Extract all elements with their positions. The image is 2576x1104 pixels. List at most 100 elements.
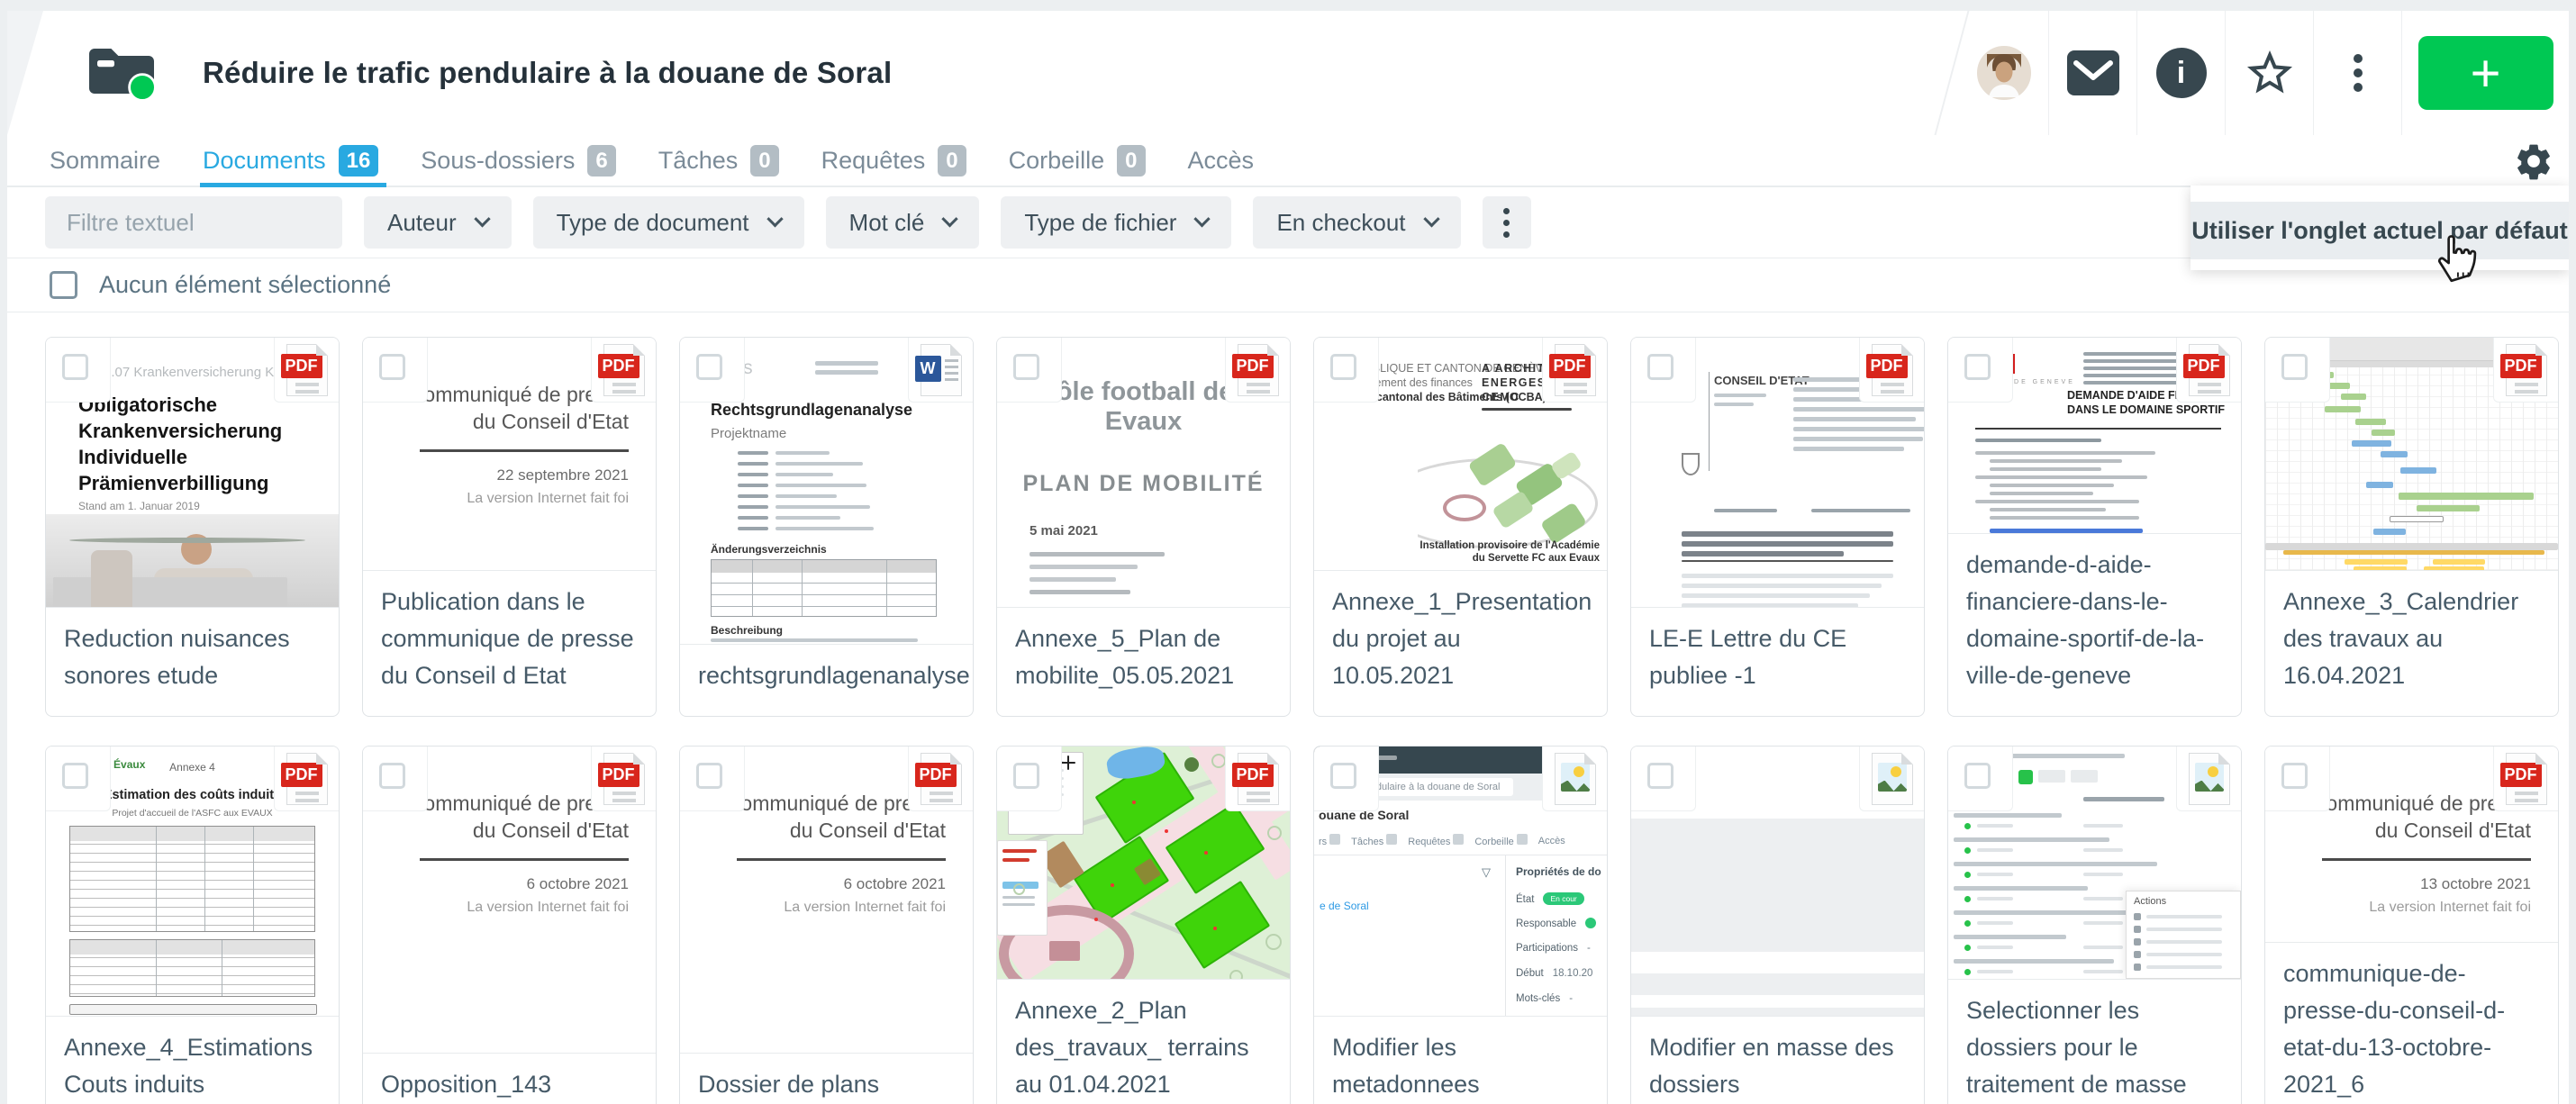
tab-1[interactable]: Documents 16 bbox=[203, 135, 378, 186]
pdf-icon: PDF bbox=[1225, 338, 1290, 403]
filter-dropdown-label: Mot clé bbox=[849, 209, 925, 237]
more-options-icon[interactable] bbox=[2313, 11, 2401, 135]
document-card[interactable]: Modifier en masse des dossiers bbox=[1630, 746, 1925, 1104]
card-label: Annexe_3_Calendrier des travaux au 16.04… bbox=[2265, 571, 2558, 716]
filter-dropdown-label: Type de fichier bbox=[1024, 209, 1176, 237]
document-card[interactable]: CONSEIL D'ETAT PDF LE-E Lettre du CE pub… bbox=[1630, 337, 1925, 717]
menu-item-default-tab[interactable]: Utiliser l'onglet actuel par défaut bbox=[2191, 202, 2569, 259]
pdf-icon: PDF bbox=[591, 747, 656, 811]
document-thumbnail: le trafic pendulaire à la douane de Sora… bbox=[1314, 747, 1607, 1017]
card-checkbox[interactable] bbox=[363, 338, 428, 403]
document-card[interactable]: Pôle football des Evaux PLAN DE MOBILITÉ… bbox=[996, 337, 1291, 717]
card-checkbox[interactable] bbox=[997, 338, 1062, 403]
document-card[interactable]: VILLE DE GENEVE DEMANDE D'AIDE FINANCIER… bbox=[1947, 337, 2242, 717]
chevron-down-icon bbox=[1194, 211, 1211, 227]
card-label: Modifier les metadonnees bbox=[1314, 1017, 1607, 1104]
filter-dropdown-label: Type de document bbox=[557, 209, 749, 237]
document-thumbnail: Actions bbox=[1948, 747, 2241, 980]
favorite-star-icon[interactable] bbox=[2225, 11, 2313, 135]
tab-3[interactable]: Tâches 0 bbox=[658, 135, 779, 186]
card-label: Annexe_1_Presentation du projet au 10.05… bbox=[1314, 571, 1607, 716]
card-label: Dossier de plans bbox=[680, 1054, 973, 1104]
filter-dropdown-2[interactable]: Mot clé bbox=[826, 196, 980, 249]
tab-label: Sommaire bbox=[50, 147, 160, 175]
chevron-down-icon bbox=[766, 211, 783, 227]
document-card[interactable]: Communiqué de pressedu Conseil d'Etat 6 … bbox=[679, 746, 974, 1104]
header-slant-decoration bbox=[7, 11, 43, 135]
document-card[interactable]: le trafic pendulaire à la douane de Sora… bbox=[1313, 746, 1608, 1104]
mail-icon[interactable] bbox=[2048, 11, 2136, 135]
card-checkbox[interactable] bbox=[997, 747, 1062, 811]
card-checkbox[interactable] bbox=[46, 338, 111, 403]
user-avatar[interactable] bbox=[1960, 11, 2048, 135]
card-checkbox[interactable] bbox=[1314, 338, 1379, 403]
chevron-down-icon bbox=[942, 211, 958, 227]
chevron-down-icon bbox=[474, 211, 490, 227]
card-checkbox[interactable] bbox=[46, 747, 111, 811]
selection-status-label: Aucun élément sélectionné bbox=[99, 271, 391, 299]
pdf-icon: PDF bbox=[908, 747, 973, 811]
folder-icon bbox=[86, 41, 159, 105]
filter-bar: Auteur Type de document Mot clé Type de … bbox=[0, 187, 2576, 258]
tab-4[interactable]: Requêtes 0 bbox=[821, 135, 966, 186]
card-checkbox[interactable] bbox=[680, 747, 745, 811]
text-filter-input[interactable] bbox=[45, 196, 342, 249]
document-card[interactable]: RÉPUBLIQUE ET CANTON DE GENÈVEDépartemen… bbox=[1313, 337, 1608, 717]
document-card[interactable]: 6.07 Krankenversicherung KV AHVAVS Oblig… bbox=[45, 337, 340, 717]
filter-dropdown-label: En checkout bbox=[1276, 209, 1405, 237]
word-icon: W bbox=[908, 338, 973, 403]
app-window: Réduire le trafic pendulaire à la douane… bbox=[0, 0, 2576, 1104]
card-checkbox[interactable] bbox=[1314, 747, 1379, 811]
tab-bar: Sommaire Documents 16 Sous-dossiers 6 Tâ… bbox=[0, 135, 2576, 187]
tab-label: Documents bbox=[203, 147, 326, 175]
document-card[interactable]: Actions Selectionner les dossiers pour l… bbox=[1947, 746, 2242, 1104]
select-all-checkbox[interactable] bbox=[50, 271, 77, 299]
card-label: rechtsgrundlagenanalyse bbox=[680, 645, 973, 716]
tab-badge: 0 bbox=[938, 145, 966, 176]
document-thumbnail: Communiqué de pressedu Conseil d'Etat 6 … bbox=[680, 747, 973, 1054]
tab-5[interactable]: Corbeille 0 bbox=[1009, 135, 1146, 186]
filter-dropdown-0[interactable]: Auteur bbox=[364, 196, 512, 249]
card-checkbox[interactable] bbox=[1948, 338, 2013, 403]
card-checkbox[interactable] bbox=[680, 338, 745, 403]
card-checkbox[interactable] bbox=[2265, 747, 2330, 811]
card-checkbox[interactable] bbox=[2265, 338, 2330, 403]
document-thumbnail: VILLE DE GENEVE DEMANDE D'AIDE FINANCIER… bbox=[1948, 338, 2241, 534]
card-label: Annexe_4_Estimations Couts induits bbox=[46, 1017, 339, 1104]
pdf-icon: PDF bbox=[2493, 747, 2558, 811]
card-checkbox[interactable] bbox=[1631, 338, 1696, 403]
info-icon[interactable]: i bbox=[2136, 11, 2225, 135]
add-button[interactable]: + bbox=[2418, 36, 2553, 110]
image-icon bbox=[2176, 747, 2241, 811]
document-card[interactable]: Communiqué de pressedu Conseil d'Etat 6 … bbox=[362, 746, 657, 1104]
document-card[interactable]: rmos Rechtsgrundlagenanalyse Projektname… bbox=[679, 337, 974, 717]
card-label: communique-de-presse-du-conseil-d-etat-d… bbox=[2265, 943, 2558, 1104]
document-thumbnail: Communiqué de pressedu Conseil d'Etat 13… bbox=[2265, 747, 2558, 943]
card-checkbox[interactable] bbox=[363, 747, 428, 811]
tab-0[interactable]: Sommaire bbox=[50, 135, 160, 186]
tab-6[interactable]: Accès bbox=[1188, 135, 1255, 186]
document-thumbnail: RÉPUBLIQUE ET CANTON DE GENÈVEDépartemen… bbox=[1314, 338, 1607, 571]
filter-dropdown-4[interactable]: En checkout bbox=[1253, 196, 1460, 249]
settings-gear-icon[interactable] bbox=[2513, 140, 2554, 186]
card-label: demande-d-aide-financiere-dans-le-domain… bbox=[1948, 534, 2241, 716]
right-edge bbox=[2569, 0, 2576, 1104]
document-card[interactable]: Les Évaux Annexe 4 Estimation des coûts … bbox=[45, 746, 340, 1104]
pdf-icon: PDF bbox=[1542, 338, 1607, 403]
document-card[interactable]: PDF Annexe_3_Calendrier des travaux au 1… bbox=[2264, 337, 2559, 717]
card-checkbox[interactable] bbox=[1631, 747, 1696, 811]
selection-row: Aucun élément sélectionné bbox=[0, 258, 2576, 312]
card-checkbox[interactable] bbox=[1948, 747, 2013, 811]
document-card[interactable]: PDF Annexe_2_Plan des_travaux_ terrains … bbox=[996, 746, 1291, 1104]
chevron-down-icon bbox=[1423, 211, 1439, 227]
more-filters-icon[interactable] bbox=[1483, 196, 1531, 249]
card-label: Reduction nuisances sonores etude bbox=[46, 608, 339, 716]
tab-2[interactable]: Sous-dossiers 6 bbox=[421, 135, 615, 186]
pdf-icon: PDF bbox=[274, 338, 339, 403]
document-card[interactable]: Communiqué de pressedu Conseil d'Etat 13… bbox=[2264, 746, 2559, 1104]
document-thumbnail: rmos Rechtsgrundlagenanalyse Projektname… bbox=[680, 338, 973, 645]
document-card[interactable]: Communiqué de pressedu Conseil d'Etat 22… bbox=[362, 337, 657, 717]
card-label: LE-E Lettre du CE publiee -1 bbox=[1631, 608, 1924, 716]
filter-dropdown-3[interactable]: Type de fichier bbox=[1001, 196, 1231, 249]
filter-dropdown-1[interactable]: Type de document bbox=[533, 196, 804, 249]
